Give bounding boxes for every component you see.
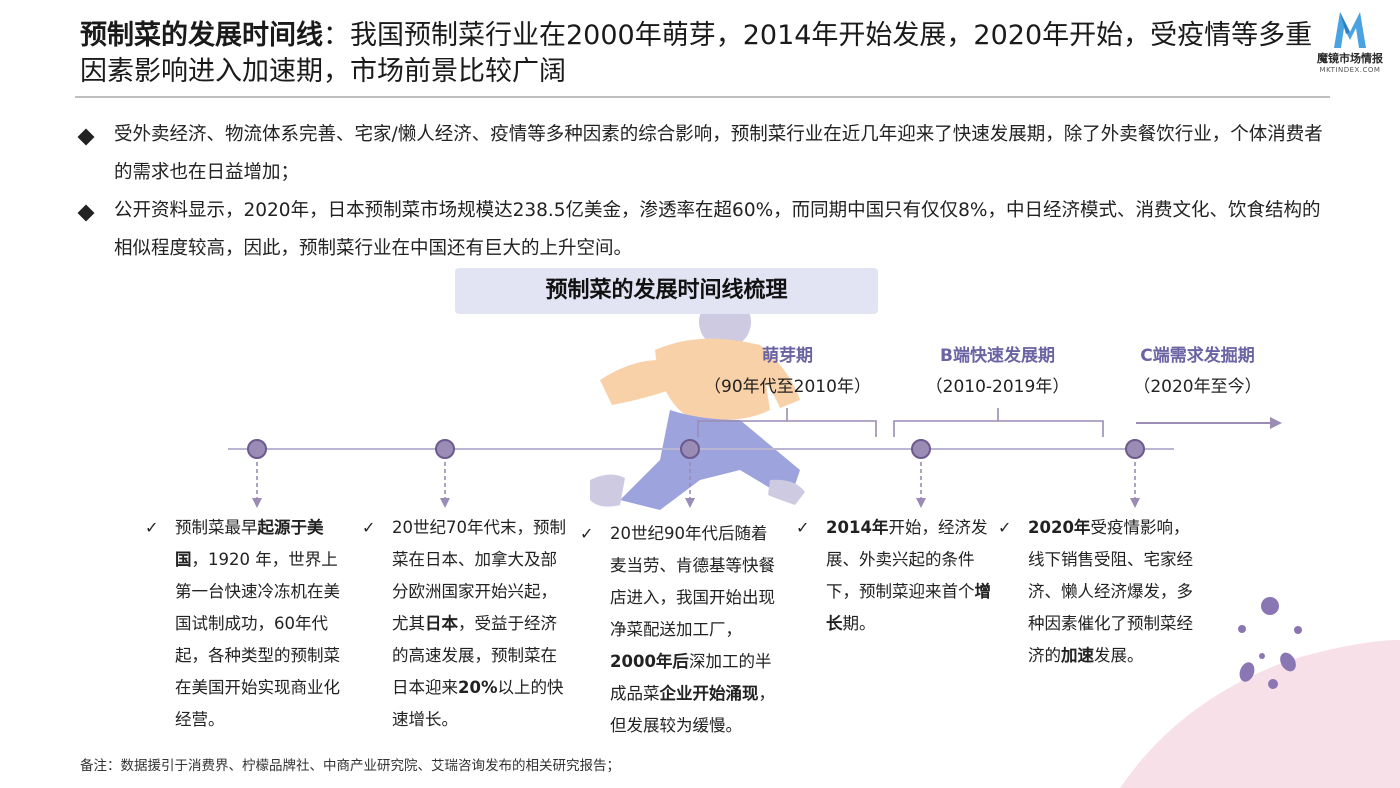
down-arrow-icon xyxy=(1130,462,1140,508)
bullet-text: 受外卖经济、物流体系完善、宅家/懒人经济、疫情等多种因素的综合影响，预制菜行业在… xyxy=(114,124,1323,183)
title-bold-part: 预制菜的发展时间线 xyxy=(80,20,323,51)
card-text-bold: 2014年 xyxy=(826,518,889,537)
card-text-part: 受疫情影响，线下销售受阻、宅家经济、懒人经济爆发，多种因素催化了预制菜经济的 xyxy=(1028,518,1193,665)
check-icon: ✓ xyxy=(796,518,810,537)
phase-period: （2010-2019年） xyxy=(925,377,1070,397)
card-text-part: ，1920 年，世界上第一台快速冷冻机在美国试制成功，60年代起，各种类型的预制… xyxy=(175,550,340,729)
footnote: 备注：数据援引于消费界、柠檬品牌社、中商产业研究院、艾瑞咨询发布的相关研究报告； xyxy=(80,758,620,774)
card-text: 预制菜最早起源于美国，1920 年，世界上第一台快速冷冻机在美国试制成功，60年… xyxy=(175,518,340,729)
title-divider xyxy=(75,96,1330,98)
phase-c-end: C端需求发掘期 （2020年至今） xyxy=(1110,344,1285,402)
check-icon: ✓ xyxy=(998,518,1012,537)
card-text-bold: 企业开始涌现 xyxy=(659,684,759,703)
timeline-card-2014: ✓ 2014年开始，经济发展、外卖兴起的条件下，预制菜迎来首个增长期。 xyxy=(796,512,991,640)
check-icon: ✓ xyxy=(580,524,594,543)
timeline-card-usa: ✓ 预制菜最早起源于美国，1920 年，世界上第一台快速冷冻机在美国试制成功，6… xyxy=(145,512,350,736)
card-text-bold: 日本 xyxy=(425,614,458,633)
bullet-list: 受外卖经济、物流体系完善、宅家/懒人经济、疫情等多种因素的综合影响，预制菜行业在… xyxy=(77,116,1330,268)
phase-brackets xyxy=(697,408,1104,437)
timeline-node xyxy=(911,439,931,459)
check-icon: ✓ xyxy=(145,518,159,537)
bullet-item: 公开资料显示，2020年，日本预制菜市场规模达238.5亿美金，渗透率在超60%… xyxy=(77,192,1330,268)
page-title: 预制菜的发展时间线：我国预制菜行业在2000年萌芽，2014年开始发展，2020… xyxy=(80,18,1320,90)
card-text-part: 预制菜最早 xyxy=(175,518,258,537)
phase-period: （2020年至今） xyxy=(1133,377,1262,397)
brand-url: MKTINDEX.COM xyxy=(1319,66,1381,74)
phase-budding: 萌芽期 （90年代至2010年） xyxy=(700,344,875,402)
card-text: 20世纪70年代末，预制菜在日本、加拿大及部分欧洲国家开始兴起，尤其日本，受益于… xyxy=(392,518,566,729)
timeline-node xyxy=(247,439,267,459)
card-text-bold: 2000年后 xyxy=(610,652,689,671)
timeline-card-2020: ✓ 2020年受疫情影响，线下销售受阻、宅家经济、懒人经济爆发，多种因素催化了预… xyxy=(998,512,1200,672)
brand-name: 魔镜市场情报 xyxy=(1317,52,1383,65)
timeline-node xyxy=(680,439,700,459)
down-arrow-icon xyxy=(440,462,450,508)
card-text-bold: 加速 xyxy=(1061,646,1094,665)
card-text: 20世纪90年代后随着麦当劳、肯德基等快餐店进入，我国开始出现净菜配送加工厂， 2… xyxy=(610,524,775,735)
check-icon: ✓ xyxy=(362,518,376,537)
timeline-card-china-90s: ✓ 20世纪90年代后随着麦当劳、肯德基等快餐店进入，我国开始出现净菜配送加工厂… xyxy=(580,518,782,742)
purple-dots-decoration xyxy=(1238,597,1302,689)
card-text-bold: 20% xyxy=(458,678,498,697)
future-arrow xyxy=(1136,417,1282,429)
timeline-line xyxy=(228,448,1174,450)
title-colon: ： xyxy=(323,20,350,51)
phase-b-end: B端快速发展期 （2010-2019年） xyxy=(890,344,1105,402)
phase-name: C端需求发掘期 xyxy=(1140,346,1255,366)
phase-name: 萌芽期 xyxy=(762,346,813,366)
down-arrow-icon xyxy=(252,462,262,508)
diamond-bullet-icon xyxy=(77,128,95,146)
bullet-text: 公开资料显示，2020年，日本预制菜市场规模达238.5亿美金，渗透率在超60%… xyxy=(114,200,1321,259)
bullet-item: 受外卖经济、物流体系完善、宅家/懒人经济、疫情等多种因素的综合影响，预制菜行业在… xyxy=(77,116,1330,192)
card-text-part: 20世纪90年代后随着麦当劳、肯德基等快餐店进入，我国开始出现净菜配送加工厂， xyxy=(610,524,775,639)
card-text: 2020年受疫情影响，线下销售受阻、宅家经济、懒人经济爆发，多种因素催化了预制菜… xyxy=(1028,518,1193,665)
card-text-part: 期。 xyxy=(842,614,876,633)
diamond-bullet-icon xyxy=(77,204,95,222)
phase-period: （90年代至2010年） xyxy=(704,377,871,397)
card-text: 2014年开始，经济发展、外卖兴起的条件下，预制菜迎来首个增长期。 xyxy=(826,518,991,633)
phase-name: B端快速发展期 xyxy=(940,346,1055,366)
running-figure-illustration xyxy=(590,296,805,510)
card-text-part: 发展。 xyxy=(1094,646,1144,665)
timeline-card-japan: ✓ 20世纪70年代末，预制菜在日本、加拿大及部分欧洲国家开始兴起，尤其日本，受… xyxy=(362,512,567,736)
card-text-bold: 2020年 xyxy=(1028,518,1091,537)
timeline-node xyxy=(1125,439,1145,459)
down-arrow-icon xyxy=(916,462,926,508)
down-arrow-icon xyxy=(685,462,695,508)
timeline-node xyxy=(435,439,455,459)
timeline-header: 预制菜的发展时间线梳理 xyxy=(455,268,878,314)
